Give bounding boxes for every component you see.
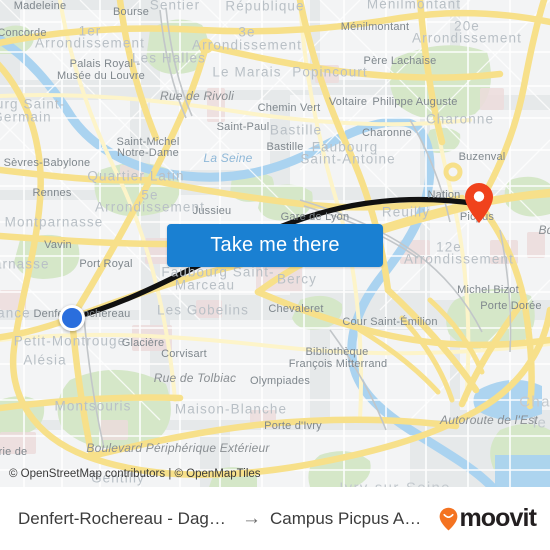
moovit-wordmark: moovit: [459, 504, 536, 532]
moovit-route-preview: Madeleine Bourse Sentier République Ménilmon…: [0, 0, 550, 550]
map-attribution[interactable]: © OpenStreetMap contributors | © OpenMap…: [9, 468, 261, 480]
route-destination-label: Campus Picpus Ap-...: [270, 508, 430, 528]
moovit-logo[interactable]: moovit: [439, 504, 537, 533]
route-summary: Denfert-Rochereau - Daguer... → Campus P…: [18, 509, 429, 529]
arrow-right-icon: →: [242, 508, 261, 529]
origin-marker[interactable]: [59, 305, 85, 331]
map-canvas[interactable]: Madeleine Bourse Sentier République Ménilmon…: [0, 0, 550, 487]
destination-marker[interactable]: [464, 182, 494, 224]
route-footer-bar: Denfert-Rochereau - Daguer... → Campus P…: [0, 487, 550, 550]
take-me-there-button[interactable]: Take me there: [167, 224, 383, 267]
moovit-pin-icon: [439, 507, 458, 531]
route-origin-label: Denfert-Rochereau - Daguer...: [18, 508, 233, 528]
